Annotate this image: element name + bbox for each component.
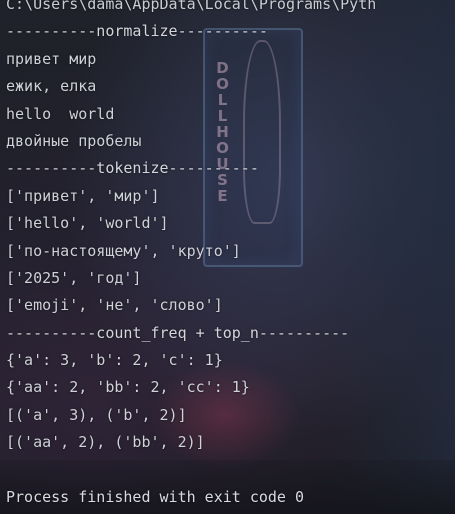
console-output-line: привет мир xyxy=(6,49,97,68)
console-output-line: ежик, елка xyxy=(6,77,97,96)
run-console-output[interactable]: D O L L H O U S E C:\Users\dama\AppData\… xyxy=(0,0,455,514)
console-output-line: ['2025', 'год'] xyxy=(6,268,142,287)
console-separator-count-freq: ----------count_freq + top_n---------- xyxy=(6,323,350,342)
console-output-line: двойные пробелы xyxy=(6,131,142,150)
console-output-line: {'aa': 2, 'bb': 2, 'cc': 1} xyxy=(6,378,250,397)
console-output-line: {'a': 3, 'b': 2, 'c': 1} xyxy=(6,351,223,370)
console-separator-normalize: ----------normalize---------- xyxy=(6,22,268,41)
console-output-line: [('aa', 2), ('bb', 2)] xyxy=(6,433,205,452)
console-exit-status: Process finished with exit code 0 xyxy=(6,488,305,507)
console-output-line: ['emoji', 'не', 'слово'] xyxy=(6,296,223,315)
console-output-line: ['hello', 'world'] xyxy=(6,214,169,233)
console-output-line: [('a', 3), ('b', 2)] xyxy=(6,405,187,424)
console-output-line: ['по-настоящему', 'круто'] xyxy=(6,241,241,260)
console-path-line: C:\Users\dama\AppData\Local\Programs\Pyt… xyxy=(6,0,377,13)
console-output-line: hello world xyxy=(6,104,115,123)
console-lines: C:\Users\dama\AppData\Local\Programs\Pyt… xyxy=(6,0,455,511)
console-separator-tokenize: ----------tokenize---------- xyxy=(6,159,259,178)
console-output-line: ['привет', 'мир'] xyxy=(6,186,160,205)
